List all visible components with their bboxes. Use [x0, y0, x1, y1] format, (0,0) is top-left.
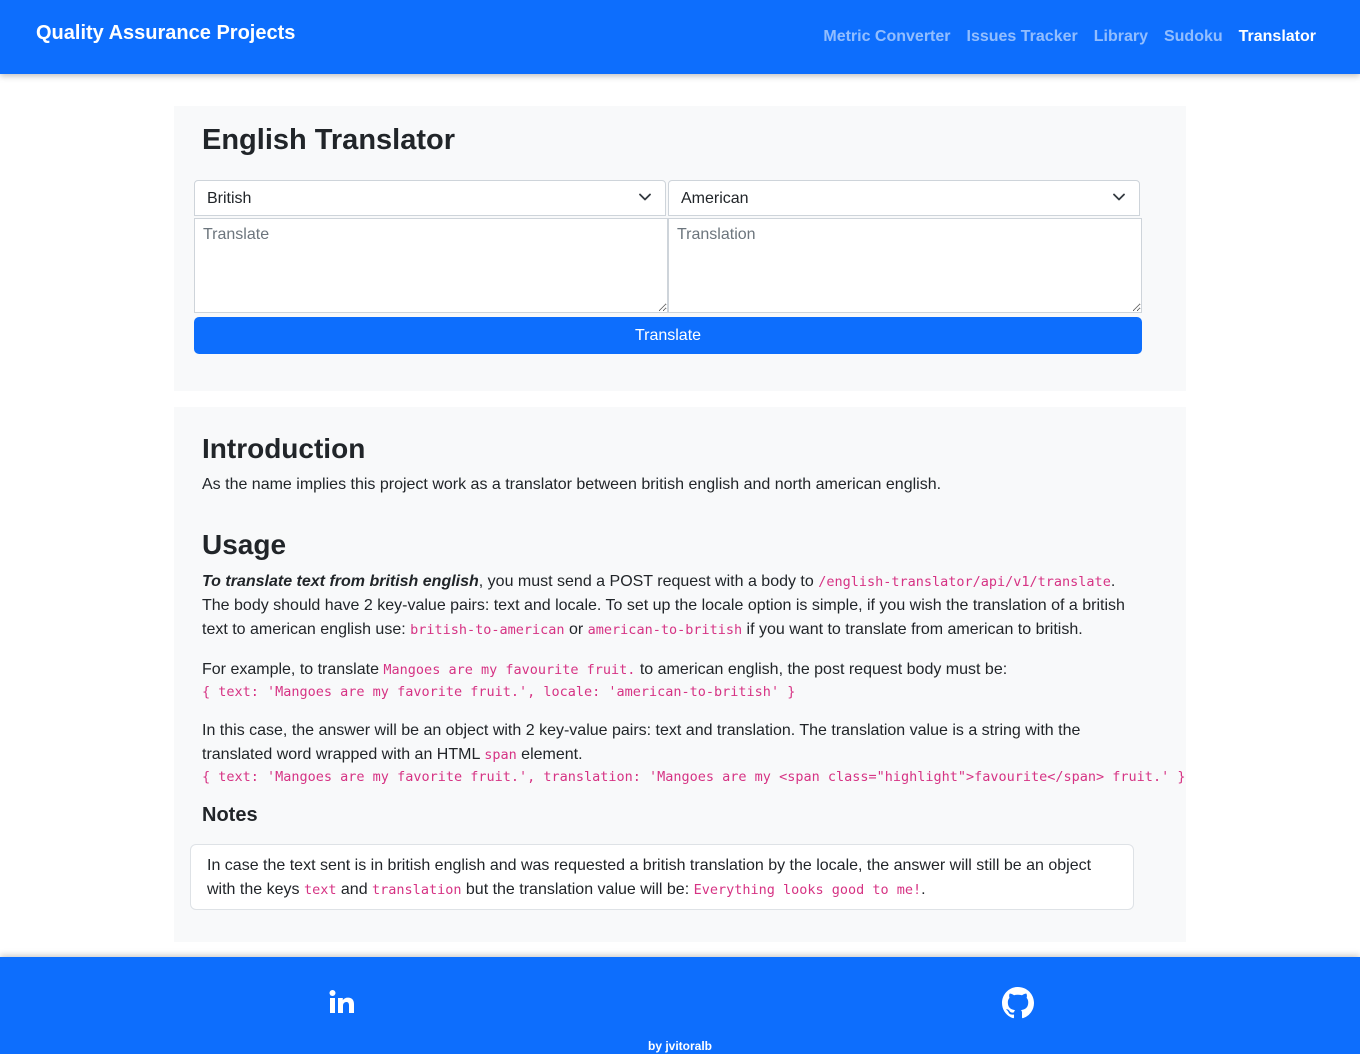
usage-paragraph: To translate text from british english, …: [202, 570, 1137, 642]
usage-text-1: , you must send a POST request with a bo…: [478, 573, 819, 590]
usage-text-4: if you want to translate from american t…: [742, 621, 1083, 638]
span-code: span: [484, 747, 517, 763]
github-icon[interactable]: [1002, 987, 1034, 1019]
british-to-american-code: british-to-american: [410, 622, 565, 638]
translate-input[interactable]: [194, 218, 668, 313]
from-locale-select[interactable]: British: [194, 180, 666, 216]
translation-key-code: translation: [372, 882, 462, 898]
footer: by jvitoralb: [0, 957, 1360, 1054]
nav-link-translator[interactable]: Translator: [1239, 28, 1316, 46]
answer-text-1: In this case, the answer will be an obje…: [202, 722, 1081, 763]
usage-heading: Usage: [202, 529, 287, 560]
notes-text-2: and: [336, 881, 373, 898]
footer-credit: by jvitoralb: [647, 1039, 712, 1053]
chevron-down-icon: [1113, 193, 1125, 201]
endpoint-code: /english-translator/api/v1/translate: [818, 574, 1111, 590]
example-text-1: For example, to translate: [202, 661, 384, 678]
translation-output[interactable]: [668, 218, 1142, 313]
notes-box: In case the text sent is in british engl…: [190, 844, 1134, 910]
nav-link-metric-converter[interactable]: Metric Converter: [823, 28, 950, 46]
usage-emphasis: To translate text from british english: [202, 573, 479, 590]
nav-links: Metric Converter Issues Tracker Library …: [823, 28, 1316, 46]
example-text-2: to american english, the post request bo…: [635, 661, 1008, 678]
message-code: Everything looks good to me!: [693, 882, 922, 898]
to-locale-select[interactable]: American: [668, 180, 1140, 216]
navbar: Quality Assurance Projects Metric Conver…: [0, 0, 1360, 74]
american-to-british-code: american-to-british: [587, 622, 743, 638]
brand-title[interactable]: Quality Assurance Projects: [36, 22, 295, 45]
linkedin-icon[interactable]: [326, 987, 358, 1019]
to-locale-value: American: [681, 190, 749, 207]
translate-button[interactable]: Translate: [194, 317, 1142, 354]
intro-text: As the name implies this project work as…: [202, 476, 942, 493]
intro-heading: Introduction: [202, 433, 366, 464]
example-sentence-code: Mangoes are my favourite fruit.: [383, 662, 636, 678]
translator-card: English Translator British American Tran…: [174, 106, 1186, 391]
example-paragraph: For example, to translate Mangoes are my…: [202, 658, 1142, 702]
chevron-down-icon: [639, 193, 651, 201]
nav-link-issues-tracker[interactable]: Issues Tracker: [967, 28, 1078, 46]
answer-text-2: element.: [516, 746, 583, 763]
response-code: { text: 'Mangoes are my favorite fruit.'…: [202, 769, 1186, 785]
usage-text-3: or: [564, 621, 588, 638]
answer-paragraph: In this case, the answer will be an obje…: [202, 719, 1186, 787]
nav-link-library[interactable]: Library: [1094, 28, 1148, 46]
docs-card: Introduction As the name implies this pr…: [174, 407, 1186, 942]
notes-text-4: .: [921, 881, 926, 898]
text-key-code: text: [303, 882, 337, 898]
notes-text-3: but the translation value will be:: [461, 881, 694, 898]
notes-heading: Notes: [202, 804, 258, 826]
translator-title: English Translator: [202, 124, 455, 156]
from-locale-value: British: [207, 190, 252, 207]
nav-link-sudoku[interactable]: Sudoku: [1164, 28, 1223, 46]
request-body-code: { text: 'Mangoes are my favorite fruit.'…: [202, 684, 796, 700]
